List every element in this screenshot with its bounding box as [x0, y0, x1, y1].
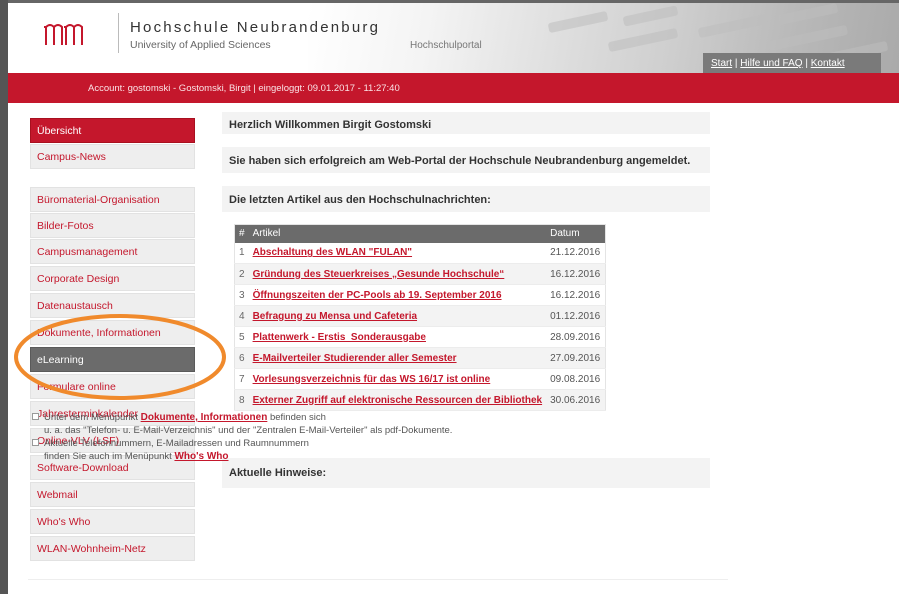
table-row: 2 Gründung des Steuerkreises „Gesunde Ho…: [234, 263, 606, 285]
news-table: # Artikel Datum 1 Abschaltung des WLAN "…: [234, 224, 606, 411]
sidebar-item-wlan[interactable]: WLAN-Wohnheim-Netz: [30, 536, 195, 561]
article-date: 16.12.2016: [546, 263, 606, 285]
top-link-bar: Start | Hilfe und FAQ | Kontakt: [703, 53, 881, 73]
article-date: 16.12.2016: [546, 284, 606, 306]
article-link[interactable]: Plattenwerk - Erstis_Sonderausgabe: [253, 332, 426, 343]
article-date: 30.06.2016: [546, 389, 606, 411]
contact-link[interactable]: Kontakt: [811, 58, 845, 69]
article-link[interactable]: Abschaltung des WLAN "FULAN": [253, 247, 412, 258]
sidebar-item-whos-who[interactable]: Who's Who: [30, 509, 195, 534]
university-logo-icon[interactable]: [43, 21, 87, 47]
article-link[interactable]: Gründung des Steuerkreises „Gesunde Hoch…: [253, 269, 505, 280]
sidebar-item-datenaustausch[interactable]: Datenaustausch: [30, 293, 195, 318]
row-number: 8: [234, 389, 249, 411]
table-row: 8 Externer Zugriff auf elektronische Res…: [234, 389, 606, 411]
article-date: 21.12.2016: [546, 242, 606, 264]
row-number: 2: [234, 263, 249, 285]
account-bar: Account: gostomski - Gostomski, Birgit |…: [8, 73, 899, 103]
sidebar-item-uebersicht[interactable]: Übersicht: [30, 118, 195, 143]
hint-text: befinden sich: [267, 412, 326, 423]
article-link[interactable]: Externer Zugriff auf elektronische Resso…: [253, 395, 543, 406]
bullet-box-icon: [32, 413, 39, 420]
account-info: Account: gostomski - Gostomski, Birgit |…: [88, 83, 400, 94]
article-link[interactable]: Vorlesungsverzeichnis für das WS 16/17 i…: [253, 374, 491, 385]
column-header-datum: Datum: [546, 224, 606, 243]
sidebar-item-webmail[interactable]: Webmail: [30, 482, 195, 507]
hint-text: u. a. das "Telefon- u. E-Mail-Verzeichni…: [44, 425, 453, 436]
article-link[interactable]: E-Mailverteiler Studierender aller Semes…: [253, 353, 457, 364]
whos-who-link[interactable]: Who's Who: [174, 451, 228, 462]
site-header: Hochschule Neubrandenburg University of …: [8, 3, 899, 73]
sidebar-item-campusmanagement[interactable]: Campusmanagement: [30, 239, 195, 264]
news-heading: Die letzten Artikel aus den Hochschulnac…: [222, 186, 710, 212]
portal-label: Hochschulportal: [410, 40, 482, 51]
sidebar-item-dokumente[interactable]: Dokumente, Informationen: [30, 320, 195, 345]
welcome-heading: Herzlich Willkommen Birgit Gostomski: [222, 112, 710, 134]
row-number: 7: [234, 368, 249, 390]
university-name: Hochschule Neubrandenburg: [130, 19, 381, 36]
column-header-artikel: Artikel: [248, 224, 547, 243]
start-link[interactable]: Start: [711, 58, 732, 69]
article-link[interactable]: Öffnungszeiten der PC-Pools ab 19. Septe…: [253, 290, 502, 301]
article-date: 28.09.2016: [546, 326, 606, 348]
hints-list: Unter dem Menüpunkt Dokumente, Informati…: [32, 411, 512, 463]
sidebar-item-bilder-fotos[interactable]: Bilder-Fotos: [30, 213, 195, 238]
sidebar-item-bueromaterial[interactable]: Büromaterial-Organisation: [30, 187, 195, 212]
hint-item: Aktuelle Telefonnummern, E-Mailadressen …: [32, 437, 512, 463]
hint-text: Unter dem Menüpunkt: [44, 412, 141, 423]
row-number: 1: [234, 242, 249, 264]
table-row: 5 Plattenwerk - Erstis_Sonderausgabe 28.…: [234, 326, 606, 348]
logo-divider: [118, 13, 119, 53]
hint-item: Unter dem Menüpunkt Dokumente, Informati…: [32, 411, 512, 437]
sidebar-item-formulare[interactable]: Formulare online: [30, 374, 195, 399]
table-row: 7 Vorlesungsverzeichnis für das WS 16/17…: [234, 368, 606, 390]
sidebar-item-campus-news[interactable]: Campus-News: [30, 144, 195, 169]
row-number: 3: [234, 284, 249, 306]
table-row: 6 E-Mailverteiler Studierender aller Sem…: [234, 347, 606, 369]
link-separator: |: [805, 58, 808, 69]
help-faq-link[interactable]: Hilfe und FAQ: [740, 58, 802, 69]
table-row: 3 Öffnungszeiten der PC-Pools ab 19. Sep…: [234, 284, 606, 306]
login-message: Sie haben sich erfolgreich am Web-Portal…: [222, 147, 710, 173]
row-number: 4: [234, 305, 249, 327]
content-bottom-line: [28, 579, 728, 580]
university-subtitle: University of Applied Sciences: [130, 39, 271, 51]
article-date: 27.09.2016: [546, 347, 606, 369]
row-number: 5: [234, 326, 249, 348]
bullet-box-icon: [32, 439, 39, 446]
hint-text: finden Sie auch im Menüpunkt: [44, 451, 175, 462]
article-date: 09.08.2016: [546, 368, 606, 390]
column-header-number: #: [234, 224, 249, 243]
hint-text: Aktuelle Telefonnummern, E-Mailadressen …: [44, 438, 309, 449]
table-row: 1 Abschaltung des WLAN "FULAN" 21.12.201…: [234, 242, 606, 264]
dokumente-link[interactable]: Dokumente, Informationen: [141, 412, 268, 423]
sidebar-item-corporate-design[interactable]: Corporate Design: [30, 266, 195, 291]
article-link[interactable]: Befragung zu Mensa und Cafeteria: [253, 311, 417, 322]
row-number: 6: [234, 347, 249, 369]
link-separator: |: [734, 58, 738, 69]
table-row: 4 Befragung zu Mensa und Cafeteria 01.12…: [234, 305, 606, 327]
article-date: 01.12.2016: [546, 305, 606, 327]
window-frame-left: [0, 0, 8, 594]
sidebar-item-elearning[interactable]: eLearning: [30, 347, 195, 372]
